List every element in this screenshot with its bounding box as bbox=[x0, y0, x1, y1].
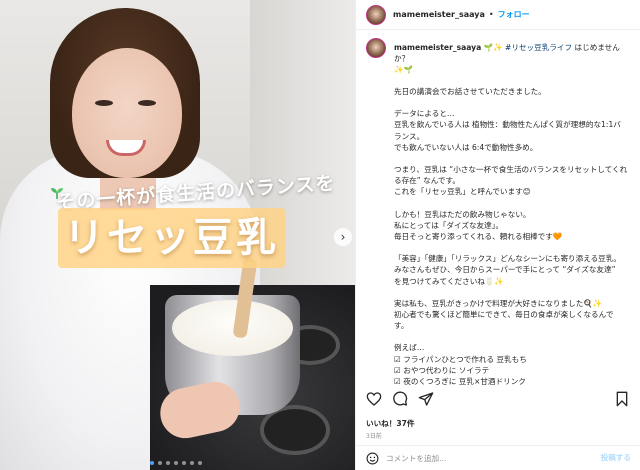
header-separator: • bbox=[488, 10, 494, 19]
hashtag-link[interactable]: #リセッ豆乳ライフ bbox=[505, 43, 572, 52]
caption-line: 例えば… bbox=[394, 343, 425, 353]
carousel-dots bbox=[150, 461, 202, 465]
carousel-dot bbox=[190, 461, 194, 465]
post-photo[interactable]: その一杯が食生活のバランスを リセッ豆乳 › bbox=[0, 0, 355, 470]
timestamp[interactable]: 3日前 bbox=[366, 431, 382, 440]
caption-line: ☑ 夜のくつろぎに 豆乳×甘酒ドリンク bbox=[394, 377, 526, 385]
caption-line: つまり、豆乳は “小さな一杯で食生活のバランスをリセットしてくれ bbox=[394, 165, 628, 175]
carousel-dot bbox=[182, 461, 186, 465]
caption-line: ランス。 bbox=[394, 131, 425, 141]
comment-icon[interactable] bbox=[392, 391, 408, 407]
caption-paragraph: 「美容」「健康」「リラックス」どんなシーンにも寄り添える豆乳。 みなさんもぜひ、今… bbox=[394, 253, 634, 287]
caption-first-line: mamemeister_saaya 🌱✨ #リセッ豆乳ライフ はじめませんか？ … bbox=[394, 42, 634, 75]
caption-line: 実は私も、豆乳がきっかけで料理が大好きになりました🍳✨ bbox=[394, 298, 603, 308]
caption-line: る存在” なんです。 bbox=[394, 176, 460, 186]
caption-head: mamemeister_saaya 🌱✨ #リセッ豆乳ライフ はじめませんか？ … bbox=[366, 38, 634, 75]
overlay-title: リセッ豆乳 bbox=[58, 208, 285, 268]
bookmark-icon[interactable] bbox=[614, 391, 630, 407]
person-face bbox=[72, 48, 182, 178]
send-icon[interactable] bbox=[418, 391, 434, 407]
comment-bar: 投稿する bbox=[356, 445, 640, 470]
caption-emoji: 🌱✨ bbox=[483, 43, 503, 52]
caption-paragraph: つまり、豆乳は “小さな一杯で食生活のバランスをリセットしてくれ る存在” なんで… bbox=[394, 164, 634, 198]
carousel-dot bbox=[158, 461, 162, 465]
caption-paragraph: データによると… 豆乳を飲んでいる人は 植物性：動物性たんぱく質が理想的な1:1バ… bbox=[394, 108, 634, 153]
heart-icon[interactable] bbox=[366, 391, 382, 407]
caption-paragraph: 実は私も、豆乳がきっかけで料理が大好きになりました🍳✨ 初心者でも驚くほど簡単にで… bbox=[394, 298, 634, 332]
caption-paragraph: 例えば… ☑ フライパンひとつで作れる 豆乳もち ☑ おやつ代わりに ソイラテ ☑ 夜… bbox=[394, 342, 634, 385]
caption-line: 毎日そっと寄り添ってくれる、頼れる相棒です🧡 bbox=[394, 232, 563, 242]
caption-line: ☑ おやつ代わりに ソイラテ bbox=[394, 365, 490, 375]
caption-paragraph: 先日の講演会でお話させていただきました。 bbox=[394, 86, 634, 97]
caption-line: す。 bbox=[394, 321, 409, 331]
carousel-dot bbox=[150, 461, 154, 465]
soy-milk bbox=[172, 300, 293, 356]
carousel-dot bbox=[198, 461, 202, 465]
caption-paragraph: しかも！豆乳はただの飲み物じゃない。 私にとっては「ダイズな友達」。毎日そっと寄り… bbox=[394, 209, 634, 243]
caption-avatar[interactable] bbox=[366, 38, 386, 58]
like-count[interactable]: いいね！37件 bbox=[366, 418, 415, 429]
caption-line: しかも！豆乳はただの飲み物じゃない。 bbox=[394, 209, 531, 219]
person-eye-left bbox=[95, 100, 113, 106]
follow-button[interactable]: フォロー bbox=[498, 9, 530, 20]
post-side-panel: mamemeister_saaya • フォロー mamemeister_saa… bbox=[355, 0, 640, 470]
avatar[interactable] bbox=[366, 4, 386, 25]
carousel-dot bbox=[166, 461, 170, 465]
emoji-icon[interactable] bbox=[366, 452, 379, 465]
caption-username[interactable]: mamemeister_saaya bbox=[394, 43, 481, 52]
caption-line: 私にとっては「ダイズな友達」。 bbox=[394, 220, 504, 230]
caption-line: でも飲んでいない人は 6:4で動物性多め。 bbox=[394, 142, 538, 152]
comment-input[interactable] bbox=[386, 452, 586, 465]
caption-line: これを「リセッ豆乳」と呼んでいます😊 bbox=[394, 187, 531, 197]
action-bar bbox=[366, 391, 630, 409]
caption-line: を見つけてみてくださいね🥛✨ bbox=[394, 276, 504, 286]
caption-line: みなさんもぜひ、今日からスーパーで手にとって “ダイズな友達” bbox=[394, 265, 616, 275]
caption-line: 豆乳を飲んでいる人は 植物性：動物性たんぱく質が理想的な1:1バ bbox=[394, 120, 621, 130]
person-eye-right bbox=[138, 100, 156, 106]
carousel-dot bbox=[174, 461, 178, 465]
post-header: mamemeister_saaya • フォロー bbox=[356, 0, 640, 30]
carousel-next-button[interactable]: › bbox=[334, 228, 352, 246]
caption-line: ☑ フライパンひとつで作れる 豆乳もち bbox=[394, 354, 527, 364]
header-username[interactable]: mamemeister_saaya bbox=[393, 10, 485, 19]
caption-scroll-area[interactable]: mamemeister_saaya 🌱✨ #リセッ豆乳ライフ はじめませんか？ … bbox=[366, 38, 634, 385]
caption-first-tail: ✨🌱 bbox=[394, 65, 413, 74]
post-comment-button[interactable]: 投稿する bbox=[601, 452, 631, 463]
caption-body: 先日の講演会でお話させていただきました。 データによると… 豆乳を飲んでいる人は 植… bbox=[394, 86, 634, 385]
caption-line: 初心者でも驚くほど簡単にできて、毎日の食卓が楽しくなるんで bbox=[394, 310, 614, 320]
caption-line: 先日の講演会でお話させていただきました。 bbox=[394, 87, 546, 96]
caption-line: 「美容」「健康」「リラックス」どんなシーンにも寄り添える豆乳。 bbox=[394, 254, 621, 264]
caption-line: データによると… bbox=[394, 109, 455, 119]
